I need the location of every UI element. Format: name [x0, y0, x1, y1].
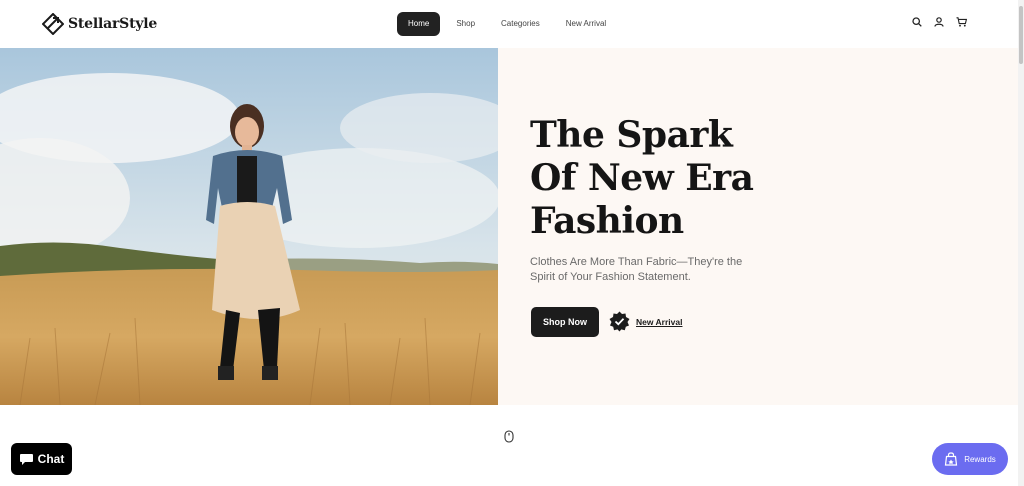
main-nav: Home Shop Categories New Arrival — [397, 12, 622, 36]
logo-mark-icon — [42, 13, 64, 35]
new-arrival-label: New Arrival — [636, 316, 683, 327]
scroll-mouse-icon — [504, 430, 514, 448]
hero-title-line-2: Of New Era — [530, 157, 754, 199]
user-icon[interactable] — [934, 17, 944, 27]
new-arrival-link[interactable]: New Arrival — [609, 311, 682, 332]
chat-label: Chat — [37, 452, 65, 466]
nav-categories[interactable]: Categories — [491, 12, 550, 36]
hero-title-line-3: Fashion — [530, 200, 684, 242]
scrollbar-thumb[interactable] — [1019, 6, 1023, 64]
nav-new-arrival[interactable]: New Arrival — [556, 12, 616, 36]
site-header: StellarStyle Home Shop Categories New Ar… — [0, 0, 1018, 48]
nav-home[interactable]: Home — [397, 12, 441, 36]
header-actions — [912, 17, 967, 27]
hero-subtitle: Clothes Are More Than Fabric—They're the… — [530, 256, 743, 283]
brand-logo[interactable]: StellarStyle — [42, 13, 157, 35]
shop-now-button[interactable]: Shop Now — [531, 307, 599, 337]
search-icon[interactable] — [912, 17, 922, 27]
hero-title-line-1: The Spark — [530, 114, 733, 156]
chat-button[interactable]: Chat — [11, 443, 72, 475]
page-scrollbar[interactable] — [1018, 0, 1024, 486]
rewards-button[interactable]: Rewards — [932, 443, 1008, 475]
brand-name: StellarStyle — [68, 16, 158, 32]
chat-bubble-icon — [19, 453, 33, 465]
rewards-label: Rewards — [964, 454, 996, 464]
hero-image — [0, 48, 498, 405]
cart-icon[interactable] — [956, 17, 967, 27]
nav-shop[interactable]: Shop — [446, 12, 485, 36]
hero-title: The Spark Of New Era Fashion — [530, 114, 830, 243]
verified-badge-icon — [609, 311, 630, 332]
rewards-bag-icon — [945, 452, 958, 466]
